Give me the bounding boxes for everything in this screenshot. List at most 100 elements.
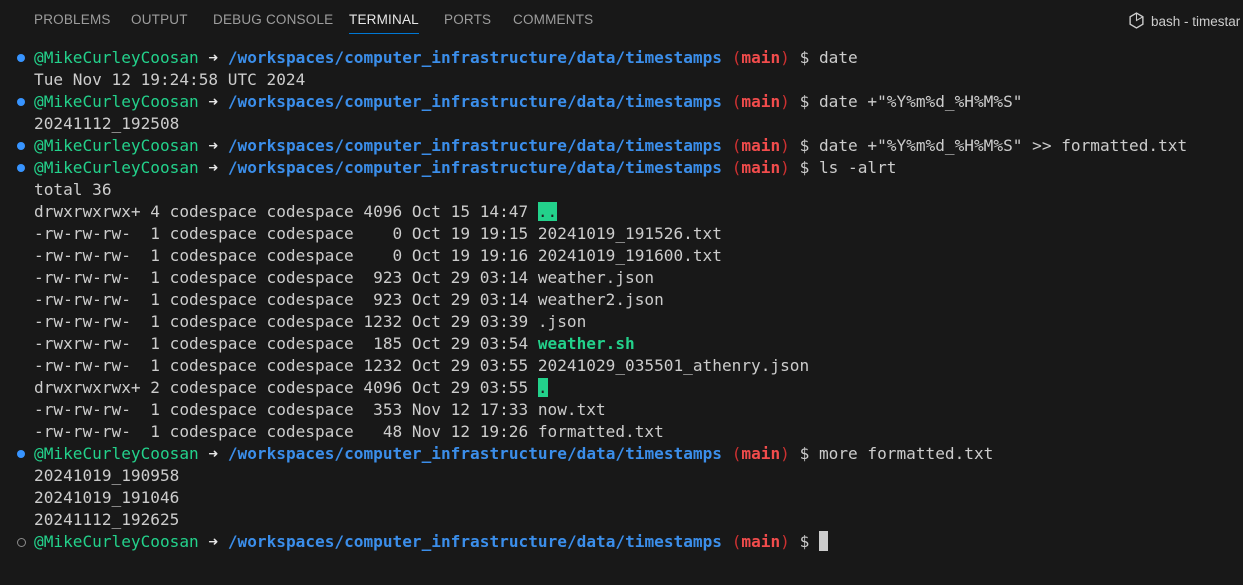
listing-meta: drwxrwxrwx+ 4 codespace codespace 4096 O… [34,202,538,221]
prompt-branch: main [741,136,781,155]
listing-meta: -rw-rw-rw- 1 codespace codespace 0 Oct 1… [34,224,538,243]
prompt-symbol: $ [799,92,810,111]
tab-ports[interactable]: PORTS [444,12,491,40]
listing-exec-name: weather.sh [537,334,635,353]
command-text: date [818,48,858,67]
tab-comments[interactable]: COMMENTS [513,12,593,40]
listing-file-name: .json [537,312,587,331]
prompt-symbol: $ [799,444,810,463]
output-line: 20241112_192625 [34,510,180,529]
command-status-icon[interactable] [17,54,25,62]
prompt-user: @MikeCurleyCoosan [34,158,199,177]
listing-file-name: weather.json [537,268,655,287]
branch-close: ) [780,158,790,177]
command-status-icon[interactable] [17,164,25,172]
terminal-output[interactable]: @MikeCurleyCoosan ➜ /workspaces/computer… [0,47,1243,553]
prompt-path: /workspaces/computer_infrastructure/data… [227,158,722,177]
prompt-symbol: $ [799,136,810,155]
listing-row: -rwxrw-rw- 1 codespace codespace 185 Oct… [0,333,1243,355]
command-status-icon[interactable] [17,538,26,547]
listing-dir-name: .. [537,202,558,221]
listing-meta: -rwxrw-rw- 1 codespace codespace 185 Oct… [34,334,538,353]
branch-open: ( [731,532,742,551]
listing-file-name: 20241019_191600.txt [537,246,722,265]
terminal-cursor[interactable] [818,531,828,551]
terminal-instance-label[interactable]: bash - timestar [1128,12,1240,32]
prompt-arrow: ➜ [208,136,219,155]
prompt-arrow: ➜ [208,92,219,111]
prompt-path: /workspaces/computer_infrastructure/data… [227,444,722,463]
branch-open: ( [731,158,742,177]
listing-row: -rw-rw-rw- 1 codespace codespace 923 Oct… [0,289,1243,311]
listing-meta: drwxrwxrwx+ 2 codespace codespace 4096 O… [34,378,538,397]
listing-file-name: now.txt [537,400,606,419]
command-status-icon[interactable] [17,98,25,106]
prompt-line: @MikeCurleyCoosan ➜ /workspaces/computer… [0,135,1243,157]
listing-file-name: formatted.txt [537,422,664,441]
listing-row: -rw-rw-rw- 1 codespace codespace 353 Nov… [0,399,1243,421]
active-prompt-line[interactable]: @MikeCurleyCoosan ➜ /workspaces/computer… [0,531,1243,553]
tab-debug-console[interactable]: DEBUG CONSOLE [213,12,333,40]
prompt-branch: main [741,158,781,177]
listing-row: -rw-rw-rw- 1 codespace codespace 923 Oct… [0,267,1243,289]
listing-file-name: weather2.json [537,290,664,309]
command-text: date +"%Y%m%d_%H%M%S" [818,92,1023,111]
listing-file-name: 20241029_035501_athenry.json [537,356,810,375]
prompt-symbol: $ [799,158,810,177]
branch-open: ( [731,48,742,67]
listing-row: drwxrwxrwx+ 2 codespace codespace 4096 O… [0,377,1243,399]
prompt-user: @MikeCurleyCoosan [34,136,199,155]
listing-row: -rw-rw-rw- 1 codespace codespace 48 Nov … [0,421,1243,443]
listing-meta: -rw-rw-rw- 1 codespace codespace 1232 Oc… [34,356,538,375]
terminal-bash-icon [1129,12,1144,29]
tab-output[interactable]: OUTPUT [131,12,188,40]
branch-open: ( [731,92,742,111]
prompt-line: @MikeCurleyCoosan ➜ /workspaces/computer… [0,47,1243,69]
command-text: ls -alrt [818,158,897,177]
output-line: Tue Nov 12 19:24:58 UTC 2024 [34,70,306,89]
branch-close: ) [780,92,790,111]
prompt-path: /workspaces/computer_infrastructure/data… [227,532,722,551]
prompt-symbol: $ [799,48,810,67]
listing-file-name: 20241019_191526.txt [537,224,722,243]
listing-meta: -rw-rw-rw- 1 codespace codespace 1232 Oc… [34,312,538,331]
listing-row: -rw-rw-rw- 1 codespace codespace 0 Oct 1… [0,223,1243,245]
tab-problems[interactable]: PROBLEMS [34,12,111,40]
command-status-icon[interactable] [17,450,25,458]
prompt-path: /workspaces/computer_infrastructure/data… [227,92,722,111]
terminal-instance-name: bash - timestar [1151,14,1241,29]
branch-open: ( [731,444,742,463]
command-text: more formatted.txt [818,444,994,463]
output-line: 20241019_190958 [34,466,180,485]
command-status-icon[interactable] [17,142,25,150]
listing-meta: -rw-rw-rw- 1 codespace codespace 923 Oct… [34,290,538,309]
tab-terminal[interactable]: TERMINAL [349,12,419,40]
prompt-arrow: ➜ [208,532,219,551]
output-line: total 36 [34,180,112,199]
listing-row: drwxrwxrwx+ 4 codespace codespace 4096 O… [0,201,1243,223]
prompt-branch: main [741,92,781,111]
listing-meta: -rw-rw-rw- 1 codespace codespace 48 Nov … [34,422,538,441]
prompt-arrow: ➜ [208,444,219,463]
listing-meta: -rw-rw-rw- 1 codespace codespace 353 Nov… [34,400,538,419]
branch-close: ) [780,532,790,551]
prompt-user: @MikeCurleyCoosan [34,444,199,463]
prompt-path: /workspaces/computer_infrastructure/data… [227,48,722,67]
prompt-user: @MikeCurleyCoosan [34,92,199,111]
output-line: 20241019_191046 [34,488,180,507]
prompt-line: @MikeCurleyCoosan ➜ /workspaces/computer… [0,91,1243,113]
listing-dir-name: . [537,378,548,397]
prompt-branch: main [741,48,781,67]
prompt-arrow: ➜ [208,48,219,67]
prompt-line: @MikeCurleyCoosan ➜ /workspaces/computer… [0,157,1243,179]
prompt-branch: main [741,532,781,551]
prompt-user: @MikeCurleyCoosan [34,48,199,67]
panel-tab-bar: PROBLEMS OUTPUT DEBUG CONSOLE TERMINAL P… [0,0,1243,40]
branch-close: ) [780,444,790,463]
listing-row: -rw-rw-rw- 1 codespace codespace 0 Oct 1… [0,245,1243,267]
branch-open: ( [731,136,742,155]
command-text: date +"%Y%m%d_%H%M%S" >> formatted.txt [818,136,1188,155]
listing-meta: -rw-rw-rw- 1 codespace codespace 923 Oct… [34,268,538,287]
listing-row: -rw-rw-rw- 1 codespace codespace 1232 Oc… [0,311,1243,333]
listing-meta: -rw-rw-rw- 1 codespace codespace 0 Oct 1… [34,246,538,265]
